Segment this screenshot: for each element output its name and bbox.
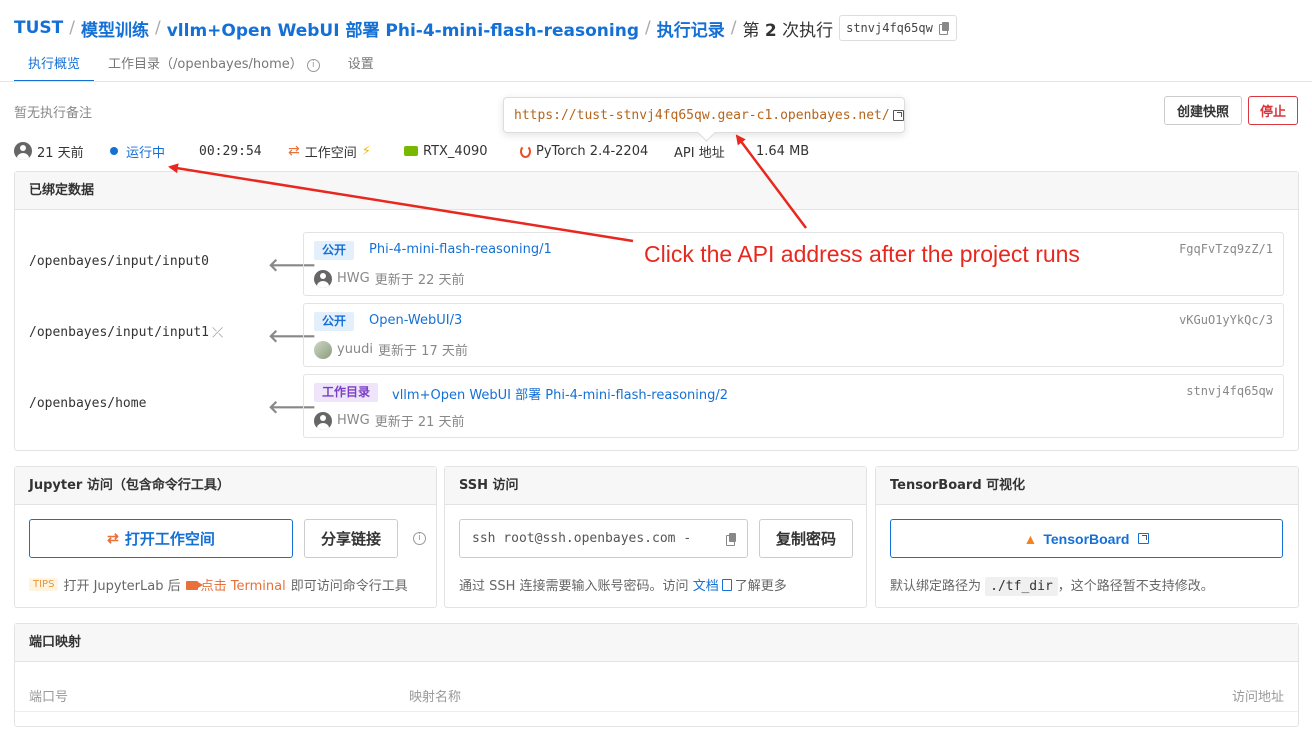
api-url-tooltip[interactable]: https://tust-stnvj4fq65qw.gear-c1.openba… [503, 97, 905, 133]
annotation-text: Click the API address after the project … [644, 241, 1080, 267]
breadcrumb-org[interactable]: TUST [14, 18, 63, 38]
status-dot-icon [110, 147, 118, 155]
avatar [314, 340, 332, 359]
workdir-tag: 工作目录 [314, 383, 379, 402]
nvidia-icon [404, 146, 418, 156]
doc-icon [721, 579, 732, 591]
port-mapping-panel: 端口映射 端口号 映射名称 访问地址 [14, 623, 1299, 727]
ssh-panel: SSH 访问 ssh root@ssh.openbayes.com - 复制密码… [444, 466, 867, 608]
bound-data-title: 已绑定数据 [15, 172, 1298, 210]
status-created: 21 天前 [14, 142, 110, 161]
docs-link[interactable]: 文档 [693, 579, 719, 594]
tab-divider [0, 81, 1312, 82]
info-icon[interactable]: i [413, 532, 426, 545]
col-port: 端口号 [29, 690, 69, 705]
jupyter-title: Jupyter 访问（包含命令行工具） [15, 467, 436, 505]
breadcrumb-section[interactable]: 模型训练 [81, 16, 149, 41]
tensorboard-button[interactable]: ▲ TensorBoard [890, 519, 1283, 558]
dataset-link[interactable]: Phi-4-mini-flash-reasoning/1 [369, 242, 552, 257]
tab-workdir[interactable]: 工作目录（/openbayes/home） i [94, 52, 334, 82]
user-icon [314, 269, 332, 288]
api-address-link[interactable]: API 地址 [674, 142, 756, 161]
bind-card[interactable]: 公开 Open-WebUI/3 vKGuO1yYkQc/3 yuudi 更新于 1… [303, 303, 1284, 367]
page-title: 第 2 次执行 [742, 20, 834, 41]
terminal-hint: 点击 Terminal [185, 575, 286, 594]
port-table-header: 端口号 映射名称 访问地址 [15, 682, 1298, 712]
external-link-icon[interactable] [892, 109, 904, 121]
run-id-chip[interactable]: stnvj4fq65qw [839, 15, 957, 41]
public-tag: 公开 [314, 312, 355, 331]
create-snapshot-button[interactable]: 创建快照 [1164, 96, 1242, 125]
terminal-icon [185, 581, 203, 590]
run-note: 暂无执行备注 [14, 106, 93, 121]
bolt-icon: ⚡ [361, 143, 371, 159]
copy-password-button[interactable]: 复制密码 [759, 519, 853, 558]
status-image: PyTorch 2.4-2204 [520, 144, 674, 159]
card-meta: HWG 更新于 22 天前 [314, 269, 465, 288]
workspace-link[interactable]: ⇄ 工作空间 ⚡ [288, 142, 404, 161]
card-meta: yuudi 更新于 17 天前 [314, 340, 468, 359]
copy-icon[interactable] [726, 533, 737, 546]
tab-overview[interactable]: 执行概览 [14, 52, 95, 82]
tab-bar: 执行概览 工作目录（/openbayes/home） i 设置 [14, 52, 1312, 82]
info-icon: i [306, 59, 320, 72]
unmount-icon[interactable]: ⤫ [212, 325, 223, 341]
dataset-link[interactable]: Open-WebUI/3 [369, 313, 462, 328]
mount-path: /openbayes/home [29, 396, 147, 411]
external-link-icon [1138, 533, 1150, 544]
tensorflow-icon: ▲ [1023, 530, 1038, 547]
jupyter-panel: Jupyter 访问（包含命令行工具） ⇄ 打开工作空间 分享链接 i TIPS … [14, 466, 437, 608]
col-url: 访问地址 [1231, 690, 1284, 705]
port-mapping-title: 端口映射 [15, 624, 1298, 662]
tab-settings[interactable]: 设置 [334, 52, 388, 82]
tf-dir-path: ./tf_dir [985, 577, 1058, 596]
dataset-link[interactable]: vllm+Open WebUI 部署 Phi-4-mini-flash-reas… [392, 384, 728, 403]
status-bar: 21 天前 运行中 00:29:54 ⇄ 工作空间 ⚡ RTX_4090 PyTor… [14, 140, 809, 162]
user-icon [314, 411, 332, 430]
col-name: 映射名称 [409, 690, 462, 705]
bind-row: /openbayes/input/input1 ⤫ 🡐 公开 Open-WebU… [15, 303, 1298, 367]
share-link-button[interactable]: 分享链接 [304, 519, 398, 558]
bind-card[interactable]: 工作目录 vllm+Open WebUI 部署 Phi-4-mini-flash… [303, 374, 1284, 438]
stop-button[interactable]: 停止 [1248, 96, 1298, 125]
copy-icon[interactable] [938, 22, 950, 35]
card-meta: HWG 更新于 21 天前 [314, 411, 465, 430]
tips-badge: TIPS [29, 578, 59, 591]
workspace-icon: ⇄ [107, 530, 119, 546]
status-duration: 00:29:54 [199, 143, 262, 159]
workspace-icon: ⇄ [288, 143, 300, 159]
dataset-id: FgqFvTzq9zZ/1 [1179, 242, 1273, 256]
jupyter-tips: TIPS 打开 JupyterLab 后 点击 Terminal 即可访问命令行… [29, 575, 408, 594]
pytorch-icon [520, 144, 531, 158]
bound-data-panel: 已绑定数据 /openbayes/input/input0 🡐 公开 Phi-4… [14, 171, 1299, 451]
open-workspace-button[interactable]: ⇄ 打开工作空间 [29, 519, 293, 558]
public-tag: 公开 [314, 241, 355, 260]
status-size: 1.64 MB [756, 143, 810, 159]
status-gpu: RTX_4090 [404, 144, 520, 159]
dataset-id: vKGuO1yYkQc/3 [1179, 313, 1273, 327]
breadcrumb: TUST / 模型训练 / vllm+Open WebUI 部署 Phi-4-m… [14, 14, 957, 42]
ssh-command-field[interactable]: ssh root@ssh.openbayes.com - [459, 519, 748, 558]
mount-path: /openbayes/input/input1 [29, 325, 210, 340]
breadcrumb-project[interactable]: vllm+Open WebUI 部署 Phi-4-mini-flash-reas… [167, 16, 639, 41]
dataset-id: stnvj4fq65qw [1186, 384, 1273, 398]
breadcrumb-records[interactable]: 执行记录 [657, 16, 725, 41]
status-state: 运行中 [110, 142, 199, 161]
bind-row: /openbayes/home 🡐 工作目录 vllm+Open WebUI 部… [15, 374, 1298, 438]
ssh-title: SSH 访问 [445, 467, 866, 505]
mount-path: /openbayes/input/input0 [29, 254, 210, 269]
user-icon [14, 142, 32, 160]
api-url[interactable]: https://tust-stnvj4fq65qw.gear-c1.openba… [514, 108, 890, 123]
tensorboard-panel: TensorBoard 可视化 ▲ TensorBoard 默认绑定路径为 ./t… [875, 466, 1299, 608]
tensorboard-title: TensorBoard 可视化 [876, 467, 1298, 505]
ssh-help: 通过 SSH 连接需要输入账号密码。访问 文档 了解更多 [459, 579, 787, 594]
tensorboard-help: 默认绑定路径为 ./tf_dir ，这个路径暂不支持修改。 [890, 577, 1214, 596]
